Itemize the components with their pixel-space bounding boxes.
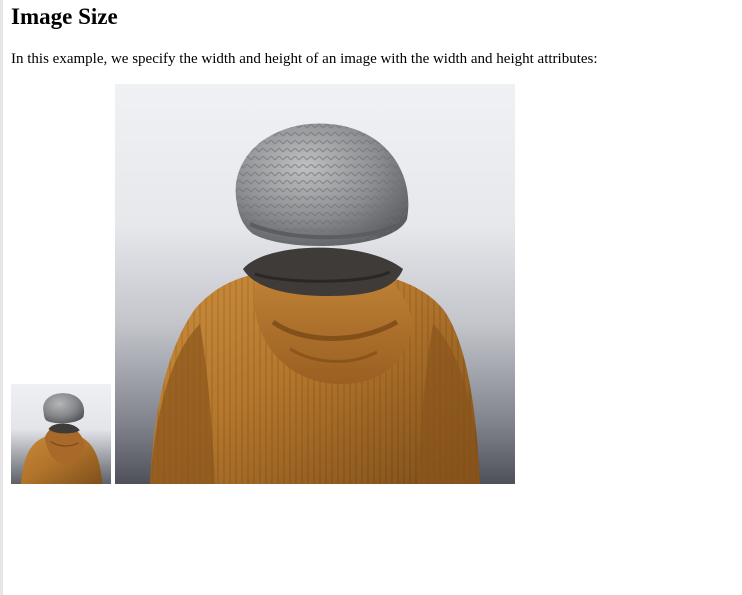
image-row (11, 84, 531, 484)
photo-small (11, 384, 111, 484)
page-left-border (0, 0, 3, 595)
photo-large (115, 84, 515, 484)
person-photo-large-icon (115, 84, 515, 484)
person-photo-small-icon (11, 384, 111, 484)
page-content: Image Size In this example, we specify t… (11, 0, 742, 595)
page-description: In this example, we specify the width an… (11, 51, 598, 67)
page-heading: Image Size (11, 4, 118, 29)
